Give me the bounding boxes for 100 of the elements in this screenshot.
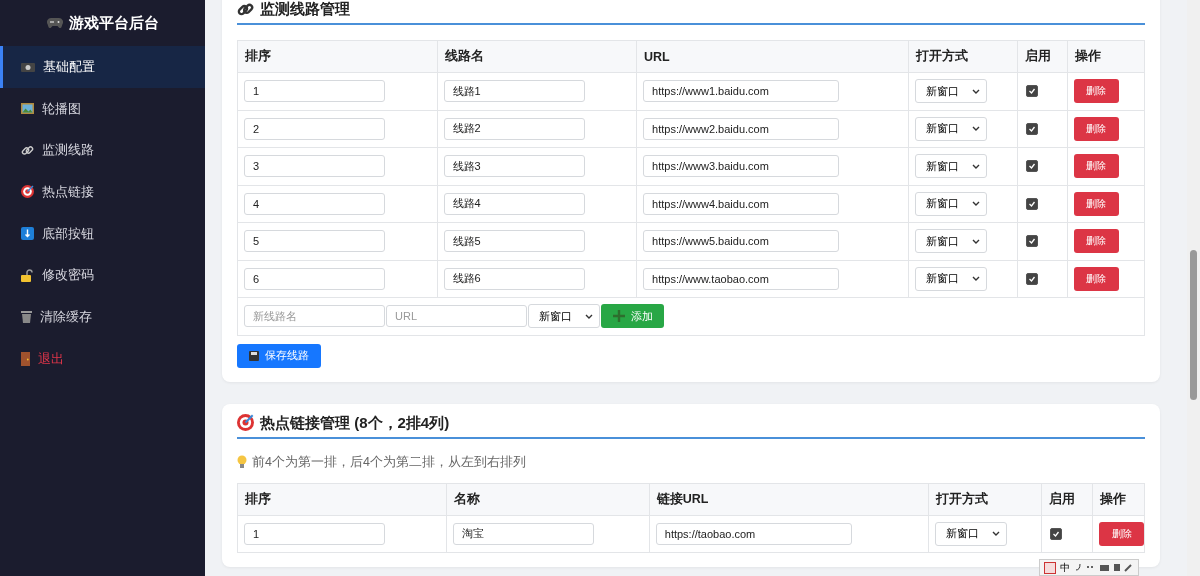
target-icon bbox=[237, 414, 254, 431]
link-icon bbox=[237, 0, 254, 18]
sidebar-item[interactable]: 热点链接 bbox=[0, 171, 205, 213]
section-title: 监测线路管理 bbox=[260, 0, 350, 18]
target-icon bbox=[21, 185, 34, 199]
tip-text: 前4个为第一排，后4个为第二排，从左到右排列 bbox=[252, 453, 526, 471]
delete-button[interactable]: 删除 bbox=[1073, 229, 1119, 254]
sidebar-item[interactable]: 修改密码 bbox=[0, 254, 205, 297]
check-icon bbox=[1052, 529, 1061, 538]
web-address-field[interactable]: https://www3.baidu.com bbox=[643, 155, 840, 178]
line-name-input[interactable]: 线路1 bbox=[443, 80, 585, 103]
gamepad-icon bbox=[46, 17, 63, 29]
chevron-icon bbox=[972, 238, 981, 244]
door-icon bbox=[21, 351, 30, 366]
delete-button[interactable]: 删除 bbox=[1073, 191, 1119, 216]
enable-checkbox[interactable] bbox=[1026, 235, 1038, 248]
column-header: URL bbox=[636, 40, 909, 73]
sidebar-item[interactable]: 基础配置 bbox=[0, 46, 205, 88]
open-mode-select[interactable]: 新窗口 bbox=[915, 229, 988, 254]
down-arrow-icon bbox=[21, 227, 34, 241]
chevron-icon bbox=[972, 276, 981, 282]
check-icon bbox=[1028, 237, 1036, 246]
column-header: 操作 bbox=[1067, 40, 1145, 73]
ime-tools-icon bbox=[1074, 563, 1134, 572]
chevron-icon bbox=[972, 201, 981, 207]
check-icon bbox=[1028, 87, 1036, 96]
order-input[interactable]: 4 bbox=[244, 192, 385, 215]
sidebar-item[interactable]: 底部按钮 bbox=[0, 212, 205, 255]
save-button[interactable]: 保存线路 bbox=[237, 343, 321, 368]
order-input[interactable]: 1 bbox=[244, 522, 385, 545]
link-icon bbox=[21, 143, 34, 157]
check-icon bbox=[1028, 162, 1036, 171]
column-header: 启用 bbox=[1042, 483, 1093, 515]
order-input[interactable]: 5 bbox=[244, 230, 385, 253]
ime-mode-label[interactable]: 中 bbox=[1060, 560, 1070, 575]
web-address-field[interactable]: https://www1.baidu.com bbox=[643, 80, 840, 103]
column-header: 排序 bbox=[237, 40, 438, 73]
sidebar-item[interactable]: 轮播图 bbox=[0, 87, 205, 130]
sidebar-item[interactable]: 监测线路 bbox=[0, 129, 205, 172]
column-header: 打开方式 bbox=[908, 40, 1018, 73]
picture-icon bbox=[21, 103, 34, 115]
chevron-icon bbox=[972, 163, 981, 169]
enable-checkbox[interactable] bbox=[1026, 272, 1038, 285]
lock-icon bbox=[21, 268, 34, 282]
column-header: 排序 bbox=[237, 483, 447, 515]
line-name-input[interactable]: 线路4 bbox=[443, 192, 585, 215]
open-mode-select[interactable]: 新窗口 bbox=[915, 266, 988, 291]
sidebar-item[interactable]: 清除缓存 bbox=[0, 296, 205, 338]
column-header: 启用 bbox=[1017, 40, 1068, 73]
column-header: 线路名 bbox=[437, 40, 637, 73]
delete-button[interactable]: 删除 bbox=[1073, 266, 1119, 291]
delete-button[interactable]: 删除 bbox=[1099, 521, 1145, 546]
line-name-input[interactable]: 线路2 bbox=[443, 117, 585, 140]
enable-checkbox[interactable] bbox=[1050, 527, 1063, 540]
delete-button[interactable]: 删除 bbox=[1073, 79, 1119, 104]
line-name-input[interactable]: 线路3 bbox=[443, 155, 585, 178]
open-mode-select[interactable]: 新窗口 bbox=[935, 521, 1008, 546]
open-mode-select[interactable]: 新窗口 bbox=[915, 154, 988, 179]
chevron-icon bbox=[585, 313, 593, 319]
column-header: 打开方式 bbox=[928, 483, 1042, 515]
open-mode-select[interactable]: 新窗口 bbox=[528, 304, 600, 329]
new-line-name-input[interactable]: 新线路名 bbox=[244, 305, 385, 328]
link-name-input[interactable]: 淘宝 bbox=[452, 522, 594, 545]
column-header: 名称 bbox=[446, 483, 650, 515]
open-mode-select[interactable]: 新窗口 bbox=[915, 116, 988, 141]
light-bulb-icon bbox=[237, 455, 247, 469]
chevron-icon bbox=[972, 126, 981, 132]
enable-checkbox[interactable] bbox=[1026, 197, 1038, 210]
web-address-field[interactable]: https://taobao.com bbox=[655, 522, 852, 545]
order-input[interactable]: 6 bbox=[244, 267, 385, 290]
line-name-input[interactable]: 线路5 bbox=[443, 230, 585, 253]
web-address-field[interactable]: https://www4.baidu.com bbox=[643, 192, 840, 215]
line-name-input[interactable]: 线路6 bbox=[443, 267, 585, 290]
section-title: 热点链接管理 (8个，2排4列) bbox=[260, 413, 450, 432]
check-icon bbox=[1028, 124, 1036, 133]
order-input[interactable]: 3 bbox=[244, 155, 385, 178]
enable-checkbox[interactable] bbox=[1026, 85, 1038, 98]
camera-icon bbox=[21, 61, 35, 72]
check-icon bbox=[1028, 274, 1036, 283]
sidebar-item[interactable]: 退出 bbox=[0, 337, 205, 380]
open-mode-select[interactable]: 新窗口 bbox=[915, 79, 988, 104]
sidebar-title: 游戏平台后台 bbox=[68, 13, 159, 33]
scrollbar[interactable] bbox=[1187, 0, 1200, 576]
delete-button[interactable]: 删除 bbox=[1073, 154, 1119, 179]
enable-checkbox[interactable] bbox=[1026, 122, 1038, 135]
new-url-input[interactable]: URL bbox=[386, 305, 527, 328]
order-input[interactable]: 2 bbox=[244, 117, 385, 140]
chevron-icon bbox=[992, 531, 1001, 537]
column-header: 操作 bbox=[1092, 483, 1145, 515]
chevron-icon bbox=[972, 88, 981, 94]
web-address-field[interactable]: https://www2.baidu.com bbox=[643, 117, 840, 140]
enable-checkbox[interactable] bbox=[1026, 160, 1038, 173]
web-address-field[interactable]: https://www5.baidu.com bbox=[643, 230, 840, 253]
check-icon bbox=[1028, 199, 1036, 208]
open-mode-select[interactable]: 新窗口 bbox=[915, 191, 988, 216]
trash-icon bbox=[21, 310, 32, 324]
delete-button[interactable]: 删除 bbox=[1073, 116, 1119, 141]
ime-logo-icon bbox=[1044, 561, 1056, 574]
order-input[interactable]: 1 bbox=[244, 80, 385, 103]
web-address-field[interactable]: https://www.taobao.com bbox=[643, 267, 840, 290]
